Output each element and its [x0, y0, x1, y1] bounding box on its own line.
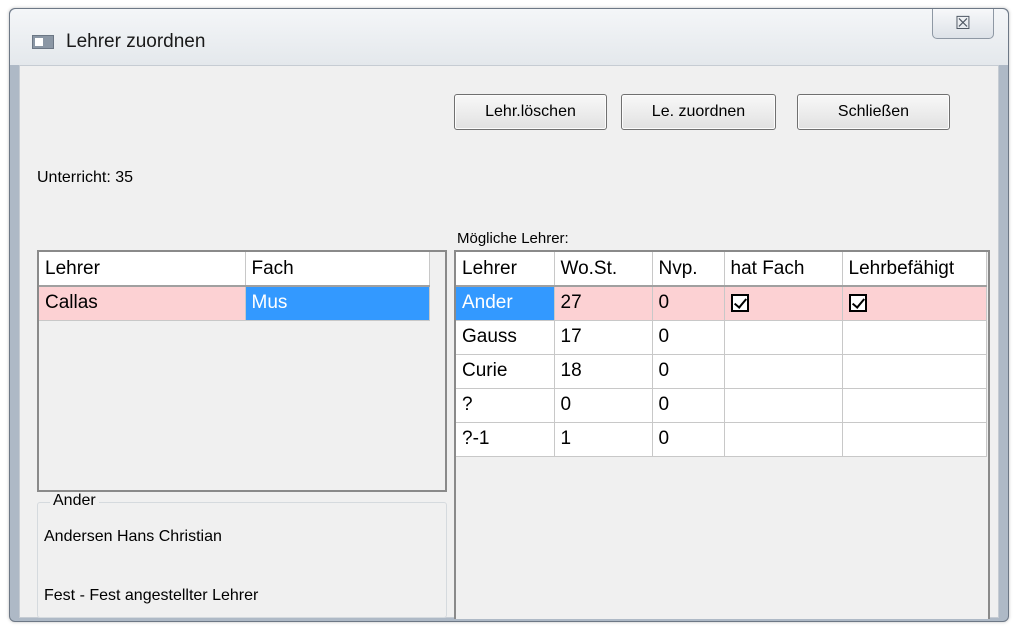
has-subject-cell[interactable] [724, 422, 843, 457]
teacher-cell[interactable]: ? [456, 388, 555, 423]
candidates-table: Lehrer Wo.St. Nvp. hat Fach Lehrbefähigt… [456, 252, 987, 457]
dialog-body: Lehr.löschen Le. zuordnen Schließen Unte… [19, 65, 999, 619]
assigned-table: Lehrer Fach Callas Mus [39, 252, 430, 321]
assigned-teachers-grid[interactable]: Lehrer Fach Callas Mus [37, 250, 447, 492]
close-window-button[interactable]: ☒ [932, 9, 994, 39]
column-header-wost[interactable]: Wo.St. [554, 252, 653, 287]
weekly-hours-cell[interactable]: 27 [554, 286, 653, 321]
nvp-cell[interactable]: 0 [652, 388, 725, 423]
group-legend: Ander [50, 492, 99, 510]
table-row[interactable]: Curie 18 0 [456, 354, 987, 389]
weekly-hours-cell[interactable]: 17 [554, 320, 653, 355]
teacher-cell[interactable]: Callas [39, 286, 246, 321]
teacher-fullname: Andersen Hans Christian [44, 528, 222, 545]
table-row[interactable]: Ander 27 0 [456, 286, 987, 321]
table-row[interactable]: ?-1 1 0 [456, 422, 987, 457]
column-header-nvp[interactable]: Nvp. [652, 252, 725, 287]
subject-cell[interactable]: Mus [245, 286, 430, 321]
teacher-cell[interactable]: Gauss [456, 320, 555, 355]
has-subject-cell[interactable] [724, 286, 843, 321]
has-subject-cell[interactable] [724, 320, 843, 355]
qualified-cell[interactable] [842, 422, 987, 457]
nvp-cell[interactable]: 0 [652, 286, 725, 321]
table-row[interactable]: Callas Mus [39, 286, 430, 321]
possible-teachers-label: Mögliche Lehrer: [457, 230, 569, 247]
table-header-row: Lehrer Fach [39, 252, 430, 287]
checkbox-checked-icon[interactable] [848, 294, 867, 313]
weekly-hours-cell[interactable]: 18 [554, 354, 653, 389]
close-button[interactable]: Schließen [797, 94, 950, 130]
teacher-cell[interactable]: Ander [456, 286, 555, 321]
teacher-cell[interactable]: Curie [456, 354, 555, 389]
table-row[interactable]: ? 0 0 [456, 388, 987, 423]
delete-teacher-button[interactable]: Lehr.löschen [454, 94, 607, 130]
nvp-cell[interactable]: 0 [652, 422, 725, 457]
qualified-cell[interactable] [842, 286, 987, 321]
qualified-cell[interactable] [842, 354, 987, 389]
teacher-details-group: Ander Andersen Hans Christian Fest - Fes… [37, 492, 447, 618]
column-header-lehrer[interactable]: Lehrer [39, 252, 246, 287]
weekly-hours-cell[interactable]: 0 [554, 388, 653, 423]
nvp-cell[interactable]: 0 [652, 354, 725, 389]
qualified-cell[interactable] [842, 320, 987, 355]
window-title: Lehrer zuordnen [66, 31, 206, 52]
table-row[interactable]: Gauss 17 0 [456, 320, 987, 355]
teacher-cell[interactable]: ?-1 [456, 422, 555, 457]
qualified-cell[interactable] [842, 388, 987, 423]
weekly-hours-cell[interactable]: 1 [554, 422, 653, 457]
lesson-label: Unterricht: 35 [37, 169, 134, 186]
column-header-lehrer[interactable]: Lehrer [456, 252, 555, 287]
has-subject-cell[interactable] [724, 388, 843, 423]
window-icon [32, 35, 54, 49]
dialog-window: Lehrer zuordnen ☒ Lehr.löschen Le. zuord… [9, 8, 1009, 622]
teacher-status: Fest - Fest angestellter Lehrer [44, 587, 259, 604]
has-subject-cell[interactable] [724, 354, 843, 389]
assign-teacher-button[interactable]: Le. zuordnen [621, 94, 776, 130]
table-header-row: Lehrer Wo.St. Nvp. hat Fach Lehrbefähigt [456, 252, 987, 287]
possible-teachers-grid[interactable]: Lehrer Wo.St. Nvp. hat Fach Lehrbefähigt… [454, 250, 990, 619]
close-icon: ☒ [954, 13, 972, 33]
nvp-cell[interactable]: 0 [652, 320, 725, 355]
checkbox-checked-icon[interactable] [730, 294, 749, 313]
column-header-lehrbefaehigt[interactable]: Lehrbefähigt [842, 252, 987, 287]
column-header-hat-fach[interactable]: hat Fach [724, 252, 843, 287]
column-header-fach[interactable]: Fach [245, 252, 430, 287]
title-bar[interactable]: Lehrer zuordnen ☒ [10, 9, 1008, 65]
